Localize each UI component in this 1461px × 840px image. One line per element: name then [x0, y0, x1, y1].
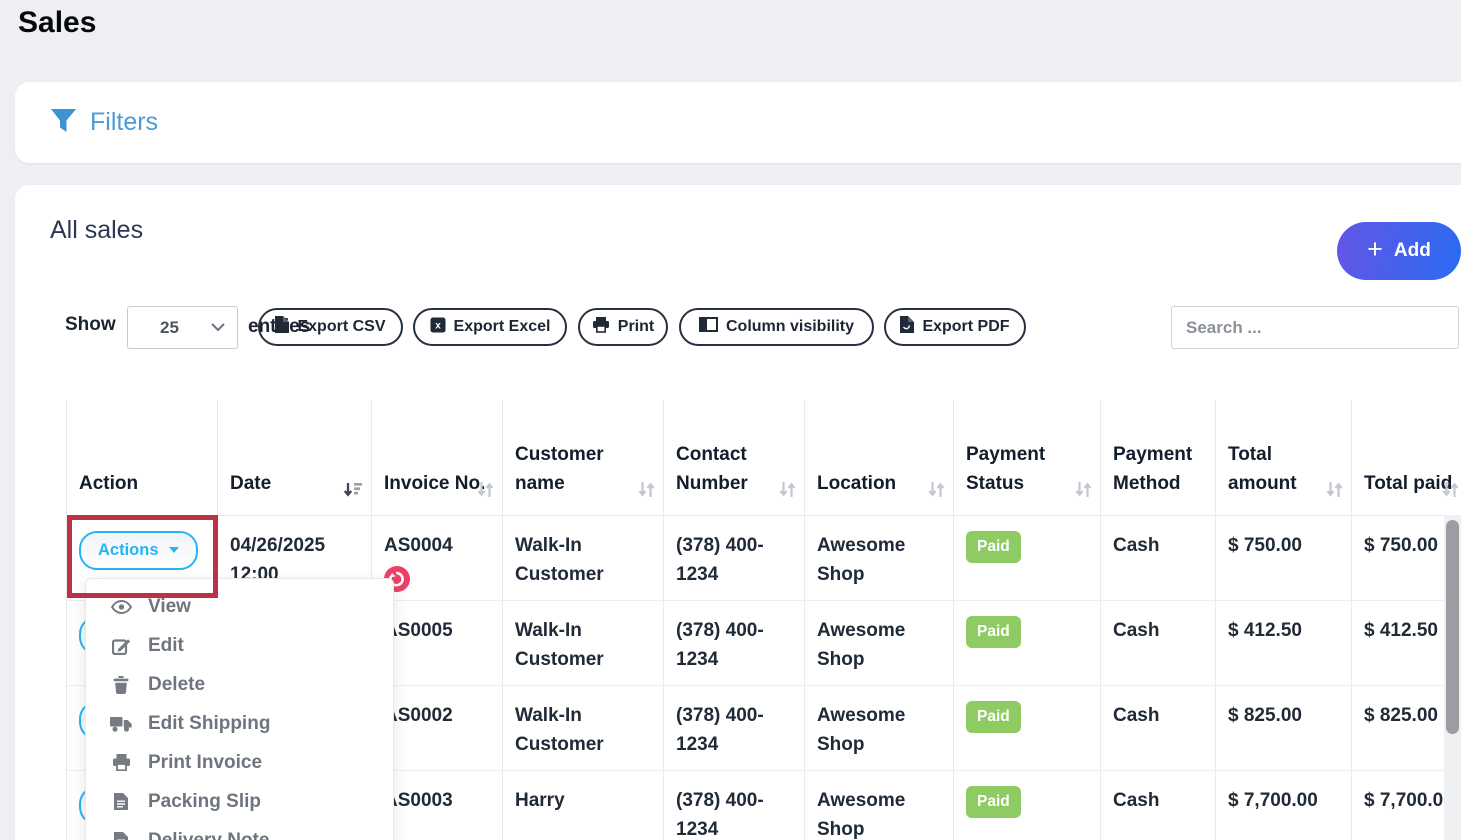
- print-button[interactable]: Print: [578, 308, 668, 346]
- file-excel-icon: x: [430, 317, 446, 338]
- header-row: Action Date Invoice No. Customer name: [67, 400, 1461, 515]
- column-header-payment-status[interactable]: Payment Status: [954, 400, 1101, 515]
- location-cell: Awesome Shop: [805, 770, 954, 840]
- column-header-payment-method: Payment Method: [1101, 400, 1216, 515]
- sort-icon: [477, 482, 494, 497]
- contact-cell: (378) 400-1234: [664, 770, 805, 840]
- column-header-location[interactable]: Location: [805, 400, 954, 515]
- actions-dropdown-menu: View Edit Delete Edit Shipping P: [85, 578, 394, 840]
- payment-method-cell: Cash: [1101, 600, 1216, 685]
- menu-item-edit-shipping[interactable]: Edit Shipping: [86, 704, 393, 743]
- sort-icon: [928, 482, 945, 497]
- page-size-select[interactable]: 25: [127, 306, 238, 349]
- menu-item-delivery-note[interactable]: Delivery Note: [86, 821, 393, 840]
- sort-icon: [1326, 482, 1343, 497]
- scrollbar-thumb[interactable]: [1446, 520, 1459, 734]
- customer-cell: Walk-In Customer: [503, 600, 664, 685]
- export-excel-button[interactable]: x Export Excel: [413, 308, 567, 346]
- sort-icon: [1075, 482, 1092, 497]
- card-title: All sales: [50, 216, 143, 245]
- contact-cell: (378) 400-1234: [664, 685, 805, 770]
- file-icon: [109, 793, 133, 810]
- column-header-customer[interactable]: Customer name: [503, 400, 664, 515]
- payment-method-cell: Cash: [1101, 515, 1216, 600]
- file-pdf-icon: [900, 316, 914, 338]
- sort-icon: [638, 482, 655, 497]
- column-visibility-button[interactable]: Column visibility: [679, 308, 874, 346]
- sort-desc-icon: [343, 483, 363, 497]
- truck-icon: [109, 716, 133, 732]
- filter-funnel-icon: [50, 108, 77, 138]
- contact-cell: (378) 400-1234: [664, 515, 805, 600]
- menu-item-edit[interactable]: Edit: [86, 626, 393, 665]
- customer-cell: Walk-In Customer: [503, 685, 664, 770]
- total-amount-cell: $ 7,700.00: [1216, 770, 1352, 840]
- printer-icon: [592, 317, 610, 338]
- svg-text:x: x: [435, 320, 441, 331]
- contact-cell: (378) 400-1234: [664, 600, 805, 685]
- customer-cell: Harry: [503, 770, 664, 840]
- filters-label: Filters: [90, 108, 158, 137]
- sort-icon: [779, 482, 796, 497]
- add-label: Add: [1394, 240, 1431, 262]
- actions-button[interactable]: Actions: [79, 531, 198, 570]
- column-header-invoice[interactable]: Invoice No.: [372, 400, 503, 515]
- location-cell: Awesome Shop: [805, 600, 954, 685]
- all-sales-card: All sales + Add Show 25 entries Export C…: [15, 185, 1461, 840]
- export-csv-button[interactable]: Export CSV: [258, 308, 403, 346]
- total-amount-cell: $ 825.00: [1216, 685, 1352, 770]
- column-header-total-amount[interactable]: Total amount: [1216, 400, 1352, 515]
- payment-method-cell: Cash: [1101, 685, 1216, 770]
- paid-badge: Paid: [966, 786, 1021, 818]
- page-title: Sales: [18, 6, 96, 40]
- file-csv-icon: [275, 316, 289, 338]
- location-cell: Awesome Shop: [805, 515, 954, 600]
- chevron-down-icon: [211, 323, 225, 332]
- column-header-contact[interactable]: Contact Number: [664, 400, 805, 515]
- customer-cell: Walk-In Customer: [503, 515, 664, 600]
- scrollbar-track[interactable]: [1444, 515, 1461, 840]
- printer-icon: [109, 754, 133, 771]
- payment-status-cell: Paid: [954, 770, 1101, 840]
- menu-item-delete[interactable]: Delete: [86, 665, 393, 704]
- payment-method-cell: Cash: [1101, 770, 1216, 840]
- column-header-action: Action: [67, 400, 218, 515]
- menu-item-view[interactable]: View: [86, 587, 393, 626]
- eye-icon: [109, 599, 133, 615]
- column-header-total-paid[interactable]: Total paid: [1352, 400, 1461, 515]
- menu-item-print-invoice[interactable]: Print Invoice: [86, 743, 393, 782]
- plus-icon: +: [1367, 236, 1383, 263]
- menu-item-packing-slip[interactable]: Packing Slip: [86, 782, 393, 821]
- paid-badge: Paid: [966, 616, 1021, 648]
- sort-icon: [1442, 482, 1459, 497]
- columns-icon: [699, 317, 718, 337]
- column-header-date[interactable]: Date: [218, 400, 372, 515]
- payment-status-cell: Paid: [954, 685, 1101, 770]
- trash-icon: [109, 676, 133, 694]
- filters-card: Filters: [15, 82, 1461, 163]
- filters-toggle[interactable]: Filters: [50, 108, 158, 138]
- location-cell: Awesome Shop: [805, 685, 954, 770]
- search-input[interactable]: [1171, 306, 1459, 349]
- caret-down-icon: [169, 547, 179, 553]
- add-button[interactable]: + Add: [1337, 222, 1461, 280]
- payment-status-cell: Paid: [954, 515, 1101, 600]
- page-size-value: 25: [128, 318, 211, 338]
- total-amount-cell: $ 750.00: [1216, 515, 1352, 600]
- payment-status-cell: Paid: [954, 600, 1101, 685]
- show-label: Show: [65, 314, 116, 336]
- paid-badge: Paid: [966, 531, 1021, 563]
- file-icon: [109, 832, 133, 840]
- total-amount-cell: $ 412.50: [1216, 600, 1352, 685]
- edit-icon: [109, 637, 133, 655]
- paid-badge: Paid: [966, 701, 1021, 733]
- export-pdf-button[interactable]: Export PDF: [884, 308, 1026, 346]
- sales-page: Sales Filters All sales + Add Show 25 en…: [0, 0, 1461, 840]
